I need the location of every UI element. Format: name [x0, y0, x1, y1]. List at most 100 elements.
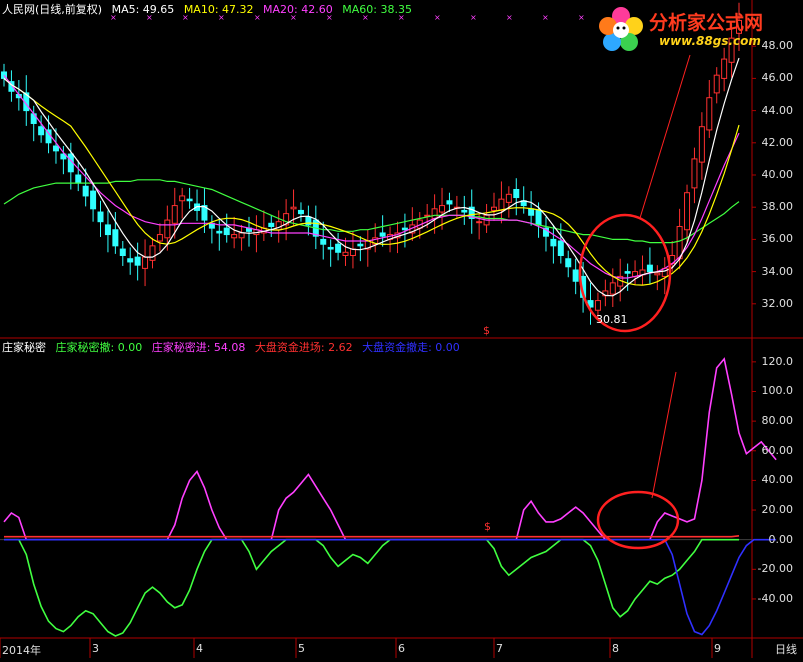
candle-body	[327, 246, 334, 250]
candle-body	[320, 238, 327, 245]
indicator-tick-label: -40.00	[757, 591, 793, 605]
candle-body	[238, 232, 245, 239]
logo-title: 分析家公式网	[649, 12, 764, 34]
candle-body	[52, 145, 59, 152]
logo-url: www.88gs.com	[659, 34, 761, 48]
candle-body	[446, 200, 453, 205]
low-price-label: 30.81	[596, 313, 628, 326]
candle-body	[401, 227, 408, 231]
candle-body	[624, 271, 631, 274]
candle-body	[171, 205, 178, 224]
signal-marker: $	[483, 324, 490, 337]
candle-body	[431, 208, 438, 219]
trend-arrow-price	[639, 54, 691, 219]
price-tick-label: 46.00	[761, 71, 794, 85]
candle-body	[654, 272, 661, 276]
candle-body	[149, 245, 156, 261]
candle-body	[684, 192, 691, 231]
candle-body	[342, 251, 349, 256]
candle-body	[535, 209, 542, 226]
x-tick-label: 9	[714, 642, 721, 655]
period-label: 日线	[775, 643, 797, 656]
signal-marker: $	[484, 520, 491, 533]
chart-svg: × × × × × × × × × × × × × ×$$	[0, 0, 803, 658]
candle-body	[164, 219, 171, 239]
marker-x: ×	[578, 13, 585, 22]
s4-legend: 大盘资金撤走: 0.00	[362, 341, 460, 354]
indicator-tick-label: 0.00	[768, 532, 794, 546]
ma5-legend: MA5: 49.65	[111, 3, 175, 16]
candle-body	[594, 300, 601, 311]
indicator-series-1	[4, 538, 739, 637]
candle-body	[572, 269, 579, 282]
trend-arrow-indicator	[651, 371, 677, 499]
candle-body	[142, 256, 149, 269]
indicator-tick-label: 120.0	[761, 354, 794, 368]
indicator-header: 庄家秘密 庄家秘密撤: 0.00 庄家秘密进: 54.08 大盘资金进场: 2.…	[2, 339, 466, 355]
x-tick-label: 2014年	[2, 644, 41, 657]
marker-x: ×	[434, 13, 441, 22]
price-tick-label: 32.00	[761, 296, 794, 310]
candle-body	[565, 258, 572, 268]
candle-body	[335, 243, 342, 253]
s2-legend: 庄家秘密进: 54.08	[151, 341, 246, 354]
candle-body	[513, 188, 520, 199]
candle-body	[119, 248, 126, 256]
marker-x: ×	[542, 13, 549, 22]
price-tick-label: 36.00	[761, 232, 794, 246]
candle-body	[698, 126, 705, 163]
x-tick-label: 4	[196, 642, 203, 655]
candle-body	[505, 193, 512, 203]
x-tick-label: 8	[612, 642, 619, 655]
candle-body	[439, 205, 446, 213]
candle-body	[557, 240, 564, 256]
chart-stage: × × × × × × × × × × × × × × $ $	[0, 0, 803, 658]
candle-body	[706, 97, 713, 131]
candle-body	[82, 185, 89, 197]
candle-body	[491, 206, 497, 211]
candle-body	[179, 195, 186, 202]
s3-legend: 大盘资金进场: 2.62	[254, 341, 353, 354]
ma20-line	[3, 74, 740, 279]
price-header: 人民网(日线,前复权) MA5: 49.65 MA10: 47.32 MA20:…	[2, 1, 418, 17]
candle-body	[38, 126, 45, 136]
indicator-title: 庄家秘密	[2, 341, 46, 354]
candle-body	[231, 234, 238, 239]
candle-body	[528, 208, 535, 216]
price-tick-label: 42.00	[761, 135, 794, 149]
flower-logo-icon	[599, 7, 643, 51]
candle-body	[127, 258, 134, 263]
candle-body	[713, 74, 720, 94]
candle-body	[357, 243, 364, 247]
candle-body	[186, 198, 193, 202]
price-tick-label: 38.00	[761, 200, 794, 214]
indicator-tick-label: 20.00	[761, 503, 794, 517]
candle-body	[75, 174, 82, 184]
candle-body	[721, 58, 728, 79]
candle-body	[112, 229, 119, 247]
candle-body	[90, 190, 97, 210]
x-tick-label: 3	[92, 642, 99, 655]
candle-body	[476, 221, 483, 224]
candle-body	[297, 209, 304, 215]
candle-body	[550, 238, 557, 247]
ma10-legend: MA10: 47.32	[183, 3, 254, 16]
candle-body	[134, 256, 141, 266]
candle-body	[156, 234, 163, 242]
candle-body	[97, 211, 104, 223]
price-tick-label: 34.00	[761, 264, 794, 278]
candle-body	[379, 232, 386, 237]
candle-body	[646, 264, 653, 273]
indicator-series-3	[4, 535, 740, 538]
indicator-tick-label: 40.00	[761, 473, 794, 487]
candle-body	[498, 198, 505, 211]
candle-body	[461, 209, 468, 213]
ma5-line	[3, 57, 740, 297]
candle-body	[268, 222, 275, 228]
indicator-tick-label: 80.00	[761, 414, 794, 428]
price-tick-label: 40.00	[761, 168, 794, 181]
price-title: 人民网(日线,前复权)	[2, 3, 103, 16]
candle-body	[223, 227, 230, 236]
marker-x: ×	[506, 13, 513, 22]
ma60-legend: MA60: 38.35	[342, 3, 412, 16]
